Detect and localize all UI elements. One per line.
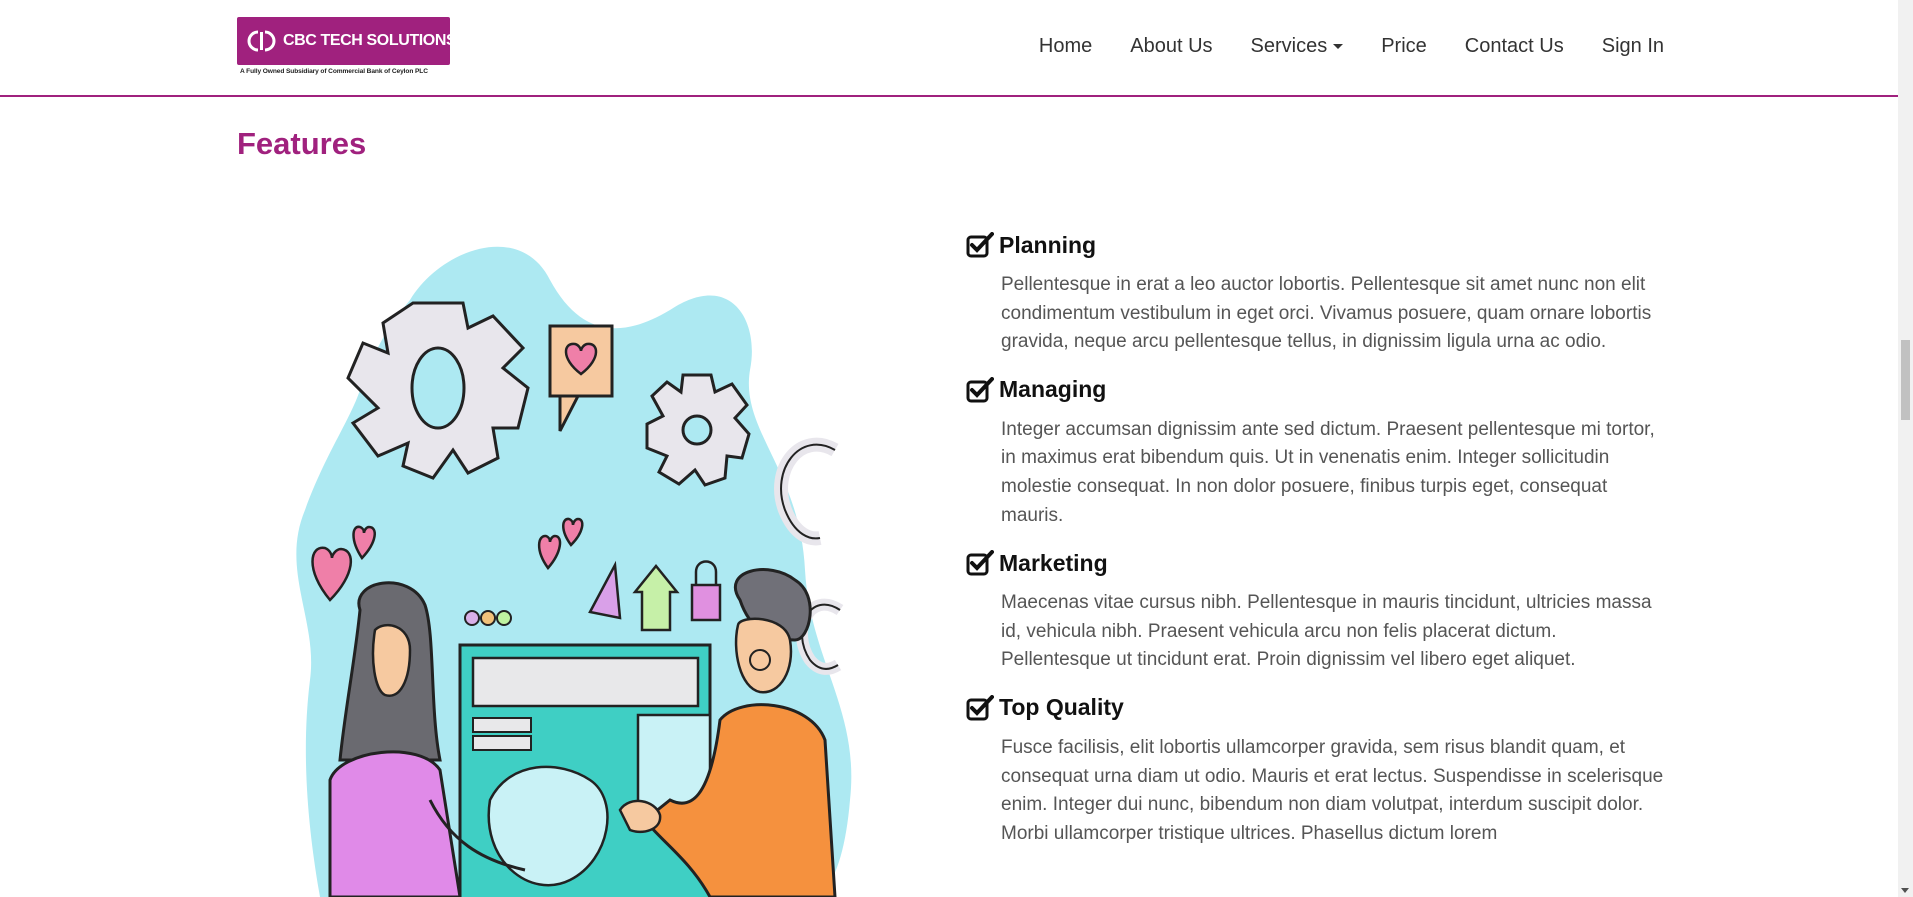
feature-description: Maecenas vitae cursus nibh. Pellentesque… [1001,592,1652,671]
check-square-icon [966,550,994,576]
nav-contact-us[interactable]: Contact Us [1465,35,1564,58]
scrollbar-thumb[interactable] [1901,340,1910,420]
section-title: Features [237,126,367,161]
feature-item: Managing Integer accumsan dignissim ante… [966,375,1666,530]
feature-description: Pellentesque in erat a leo auctor lobort… [1001,274,1652,353]
navbar: CBC TECH SOLUTIONS A Fully Owned Subsidi… [0,0,1898,97]
feature-item: Marketing Maecenas vitae cursus nibh. Pe… [966,548,1666,675]
feature-title: Top Quality [999,694,1124,721]
feature-description: Integer accumsan dignissim ante sed dict… [1001,418,1655,526]
main-nav: Home About Us Services Price Contact Us … [1001,35,1664,58]
nav-home[interactable]: Home [1039,35,1092,58]
nav-about-us[interactable]: About Us [1130,35,1212,58]
feature-description: Fusce facilisis, elit lobortis ullamcorp… [1001,736,1664,844]
feature-title: Managing [999,376,1107,403]
nav-services[interactable]: Services [1251,35,1344,58]
feature-title: Marketing [999,549,1108,576]
page-scrollbar[interactable] [1898,0,1913,897]
check-square-icon [966,232,994,258]
caret-down-icon [1333,44,1344,49]
check-square-icon [966,694,994,721]
nav-sign-in[interactable]: Sign In [1602,35,1664,58]
check-square-icon [966,376,994,403]
features-list: Planning Pellentesque in erat a leo auct… [966,230,1666,866]
feature-heading: Planning [966,230,1666,260]
nav-price[interactable]: Price [1381,35,1427,58]
scroll-down-arrow-icon[interactable] [1901,888,1909,893]
feature-heading: Marketing [966,548,1666,578]
brand-tagline: A Fully Owned Subsidiary of Commercial B… [240,68,428,75]
feature-title: Planning [999,231,1097,258]
nav-services-label: Services [1250,35,1328,57]
brand-logo[interactable]: CBC TECH SOLUTIONS A Fully Owned Subsidi… [237,17,457,81]
feature-item: Planning Pellentesque in erat a leo auct… [966,230,1666,357]
feature-heading: Managing [966,375,1666,405]
feature-item: Top Quality Fusce facilisis, elit lobort… [966,693,1666,848]
logo-badge: CBC TECH SOLUTIONS [237,17,457,65]
feature-heading: Top Quality [966,693,1666,723]
cbc-logo-icon [247,30,279,52]
teamwork-illustration [290,240,890,897]
brand-name: CBC TECH SOLUTIONS [283,32,457,49]
